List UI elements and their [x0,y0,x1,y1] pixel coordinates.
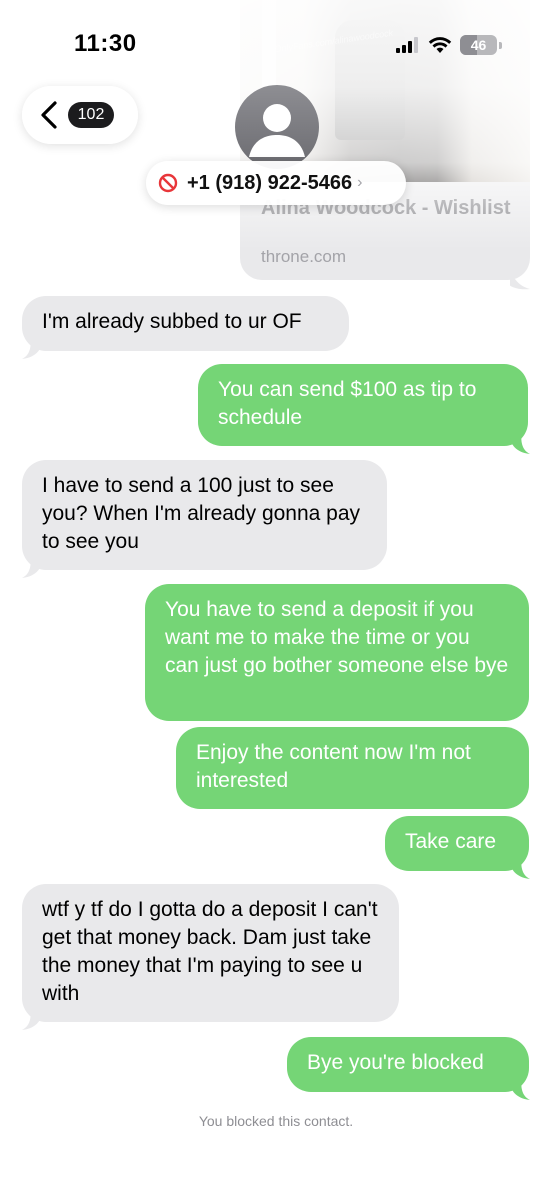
message-text: Take care [405,830,497,853]
chevron-right-icon: › [357,174,363,191]
contact-name-button[interactable]: +1 (918) 922-5466 › [146,161,406,205]
message-bubble-incoming[interactable]: I have to send a 100 just to see you? Wh… [22,460,387,570]
message-text: You have to send a deposit if you want m… [165,598,509,677]
bubble-tail [22,552,42,578]
signal-icon [396,37,418,53]
wifi-icon [428,37,452,53]
message-bubble-incoming[interactable]: I'm already subbed to ur OF [22,296,349,351]
bubble-tail [510,853,530,879]
back-button[interactable]: 102 [22,86,138,144]
battery-cap [499,41,502,49]
battery-icon: 46 [460,35,497,55]
message-bubble-outgoing[interactable]: Bye you're blocked [287,1037,529,1092]
message-text: You can send $100 as tip to schedule [218,378,477,429]
message-text: I'm already subbed to ur OF [42,310,302,333]
message-bubble-incoming[interactable]: wtf y tf do I gotta do a deposit I can't… [22,884,399,1022]
bubble-tail [22,1004,42,1030]
link-preview-domain: throne.com [261,247,347,266]
message-bubble-outgoing[interactable]: Enjoy the content now I'm not interested [176,727,529,809]
unread-count-badge: 102 [68,102,114,128]
message-bubble-outgoing[interactable]: You have to send a deposit if you want m… [145,584,529,721]
contact-avatar[interactable] [235,85,319,169]
status-icons: 46 [396,33,502,57]
blocked-contact-notice: You blocked this contact. [198,1113,354,1129]
status-time: 11:30 [74,30,137,57]
message-bubble-outgoing[interactable]: You can send $100 as tip to schedule [198,364,528,446]
contact-phone-number: +1 (918) 922-5466 [187,171,353,194]
message-text: wtf y tf do I gotta do a deposit I can't… [42,898,378,1005]
bubble-tail [510,428,530,454]
link-preview-tail [510,262,530,290]
message-text: Bye you're blocked [307,1051,484,1074]
message-text: I have to send a 100 just to see you? Wh… [42,474,361,553]
battery-percent: 46 [470,37,487,53]
bubble-tail [510,1074,530,1100]
bubble-tail [22,333,42,359]
blocked-icon [158,173,178,193]
message-text: Enjoy the content now I'm not interested [196,741,471,792]
messages-screen: OnlyFans.com/alinawoodcock Alina Woodcoc… [0,0,552,1200]
person-icon [249,104,305,157]
chevron-left-icon [41,101,57,129]
